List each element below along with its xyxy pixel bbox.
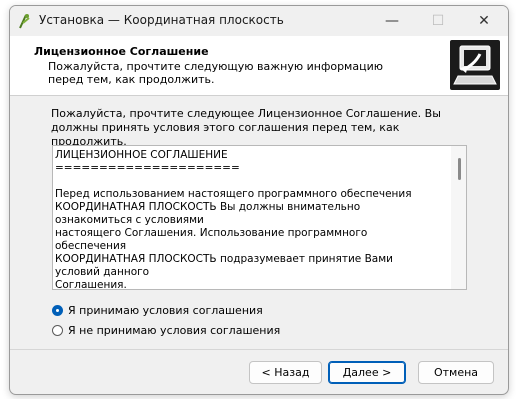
scrollbar-thumb[interactable] xyxy=(458,158,461,180)
cancel-button[interactable]: Отмена xyxy=(418,361,494,384)
wizard-header: Лицензионное Соглашение Пожалуйста, проч… xyxy=(10,36,508,96)
computer-install-icon xyxy=(453,45,497,85)
page-title: Лицензионное Соглашение xyxy=(34,45,209,58)
minimize-button[interactable]: — xyxy=(369,6,415,36)
maximize-button[interactable]: ☐ xyxy=(415,6,461,36)
installer-window: Установка — Координатная плоскость — ☐ ✕… xyxy=(9,5,509,395)
close-button[interactable]: ✕ xyxy=(461,6,507,36)
accept-radio[interactable] xyxy=(52,305,63,316)
license-scrollbar[interactable] xyxy=(451,146,466,289)
close-icon: ✕ xyxy=(478,13,490,29)
setup-app-icon xyxy=(19,14,30,29)
footer-divider xyxy=(10,349,508,350)
license-text: ЛИЦЕНЗИОННОЕ СОГЛАШЕНИЕ ================… xyxy=(55,149,412,290)
decline-radio[interactable] xyxy=(52,325,63,336)
decline-label: Я не принимаю условия соглашения xyxy=(68,324,281,337)
title-bar[interactable]: Установка — Координатная плоскость — ☐ ✕ xyxy=(10,6,508,36)
minimize-icon: — xyxy=(385,13,399,29)
page-subtitle: Пожалуйста, прочтите следующую важную ин… xyxy=(48,60,383,86)
next-button[interactable]: Далее > xyxy=(328,361,406,384)
license-textbox[interactable]: ЛИЦЕНЗИОННОЕ СОГЛАШЕНИЕ ================… xyxy=(52,145,467,290)
decline-option[interactable]: Я не принимаю условия соглашения xyxy=(52,324,280,337)
back-button[interactable]: < Назад xyxy=(249,361,322,384)
wizard-image xyxy=(450,40,500,90)
intro-text: Пожалуйста, прочтите следующее Лицензион… xyxy=(51,107,441,148)
window-title: Установка — Координатная плоскость xyxy=(39,13,284,27)
accept-label: Я принимаю условия соглашения xyxy=(68,304,263,317)
accept-option[interactable]: Я принимаю условия соглашения xyxy=(52,304,263,317)
maximize-icon: ☐ xyxy=(431,13,445,29)
